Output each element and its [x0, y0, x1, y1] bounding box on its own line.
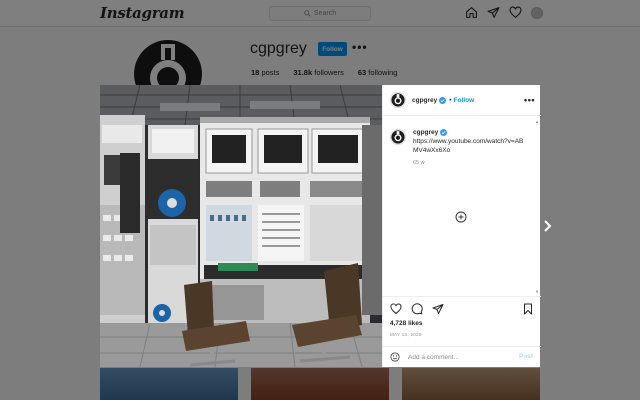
heart-icon[interactable] — [390, 303, 402, 315]
avatar-logo-icon — [391, 93, 405, 107]
caption-author-avatar[interactable] — [390, 129, 406, 145]
post-modal: cgpgrey • Follow ••• cgpgrey https://www… — [100, 85, 541, 367]
post-sidebar: cgpgrey • Follow ••• cgpgrey https://www… — [382, 85, 541, 367]
post-photo[interactable] — [100, 85, 382, 367]
header-follow-link[interactable]: Follow — [454, 97, 475, 104]
verified-badge-icon — [440, 129, 448, 136]
post-actions: 4,728 likes MAY 13, 2020 — [383, 296, 541, 346]
header-separator: • — [449, 96, 452, 104]
caption-username[interactable]: cgpgrey — [413, 129, 438, 136]
plus-circle-icon[interactable] — [455, 211, 467, 223]
next-post-arrow[interactable] — [540, 216, 556, 236]
post-author-avatar[interactable] — [390, 92, 406, 108]
comment-input[interactable] — [408, 353, 508, 361]
scroll-down-arrow[interactable]: ▼ — [535, 290, 539, 294]
comment-icon[interactable] — [411, 303, 423, 315]
caption-body: cgpgrey https://www.youtube.com/watch?v=… — [413, 129, 528, 166]
bookmark-icon[interactable] — [522, 303, 534, 315]
share-icon[interactable] — [432, 303, 444, 315]
post-header: cgpgrey • Follow ••• — [383, 85, 541, 116]
post-comment-button[interactable]: Post — [519, 353, 533, 360]
post-options-button[interactable]: ••• — [524, 95, 535, 105]
caption-row: cgpgrey https://www.youtube.com/watch?v=… — [390, 129, 528, 166]
scroll-up-arrow[interactable]: ▲ — [535, 120, 539, 124]
comments-section: cgpgrey https://www.youtube.com/watch?v=… — [383, 117, 541, 295]
post-author-username[interactable]: cgpgrey — [412, 97, 437, 104]
caption-timestamp: 65 w — [413, 160, 425, 166]
action-icons — [390, 303, 444, 315]
comments-scrollbar[interactable]: ▲ ▼ — [535, 120, 539, 294]
post-date[interactable]: MAY 13, 2020 — [390, 332, 422, 337]
verified-badge-icon — [439, 96, 447, 104]
add-comment-bar: Post — [383, 346, 541, 367]
avatar-logo-icon — [391, 130, 405, 144]
likes-count[interactable]: 4,728 likes — [390, 320, 423, 327]
emoji-icon[interactable] — [390, 352, 400, 362]
chevron-right-icon — [544, 220, 552, 232]
post-image — [100, 85, 382, 367]
caption-username-line: cgpgrey — [413, 129, 528, 136]
caption-link[interactable]: https://www.youtube.com/watch?v=ABMV4wXx… — [413, 137, 528, 155]
